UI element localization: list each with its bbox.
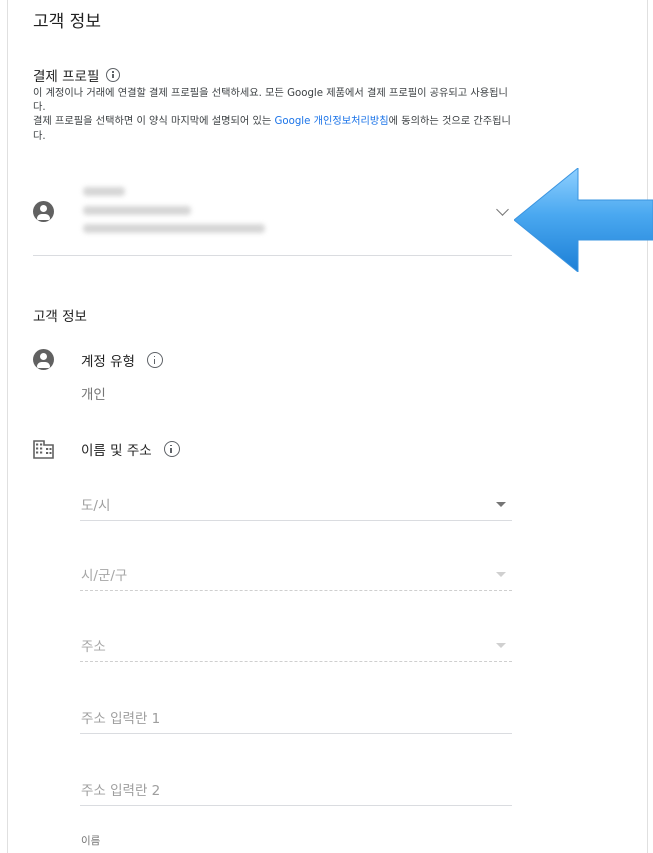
description-line2: 결제 프로필을 선택하면 이 양식 마지막에 설명되어 있는 Google 개인… [33, 116, 511, 142]
city-label: 시/군/구 [81, 568, 128, 584]
customer-info-section-title: 고객 정보 [33, 309, 87, 325]
info-icon[interactable] [146, 352, 163, 368]
dropdown-arrow-icon [496, 572, 506, 577]
redacted-profile-email [83, 224, 265, 233]
billing-profile-heading-text: 결제 프로필 [33, 69, 100, 85]
card-border-left [7, 0, 8, 853]
redacted-profile-name [83, 187, 125, 196]
billing-profile-select[interactable] [33, 182, 512, 256]
name-address-row: 이름 및 주소 [81, 439, 180, 459]
building-icon [33, 440, 54, 459]
privacy-policy-link[interactable]: Google 개인정보처리방침 [274, 116, 388, 127]
province-select[interactable]: 도/시 [80, 486, 512, 521]
address-line2-input[interactable]: 주소 입력란 2 [80, 771, 512, 806]
billing-profile-description: 이 계정이나 거래에 연결할 결제 프로필을 선택하세요. 모든 Google … [33, 87, 513, 144]
account-type-row: 계정 유형 [81, 350, 163, 370]
dropdown-arrow-icon [496, 502, 506, 507]
chevron-down-icon[interactable] [496, 203, 509, 216]
account-type-icon [33, 349, 54, 370]
billing-profile-heading: 결제 프로필 [33, 65, 121, 85]
info-icon[interactable] [106, 68, 121, 82]
dropdown-arrow-icon [496, 643, 506, 648]
info-icon[interactable] [163, 441, 180, 457]
address-line1-input[interactable]: 주소 입력란 1 [80, 699, 512, 734]
address-line1-label: 주소 입력란 1 [81, 711, 161, 727]
redacted-profile-address [83, 206, 191, 215]
person-icon [33, 201, 54, 222]
name-address-label: 이름 및 주소 [81, 443, 152, 459]
account-type-value: 개인 [81, 387, 106, 403]
description-line1: 이 계정이나 거래에 연결할 결제 프로필을 선택하세요. 모든 Google … [33, 88, 508, 114]
address-select[interactable]: 주소 [80, 627, 512, 662]
province-label: 도/시 [81, 498, 111, 514]
address-label: 주소 [81, 639, 106, 655]
card-border-right [647, 0, 648, 853]
name-field-label: 이름 [81, 835, 101, 847]
page-title: 고객 정보 [33, 12, 101, 32]
account-type-label: 계정 유형 [81, 354, 135, 370]
city-select[interactable]: 시/군/구 [80, 556, 512, 591]
pointer-arrow-icon [514, 168, 653, 272]
address-line2-label: 주소 입력란 2 [81, 783, 161, 799]
